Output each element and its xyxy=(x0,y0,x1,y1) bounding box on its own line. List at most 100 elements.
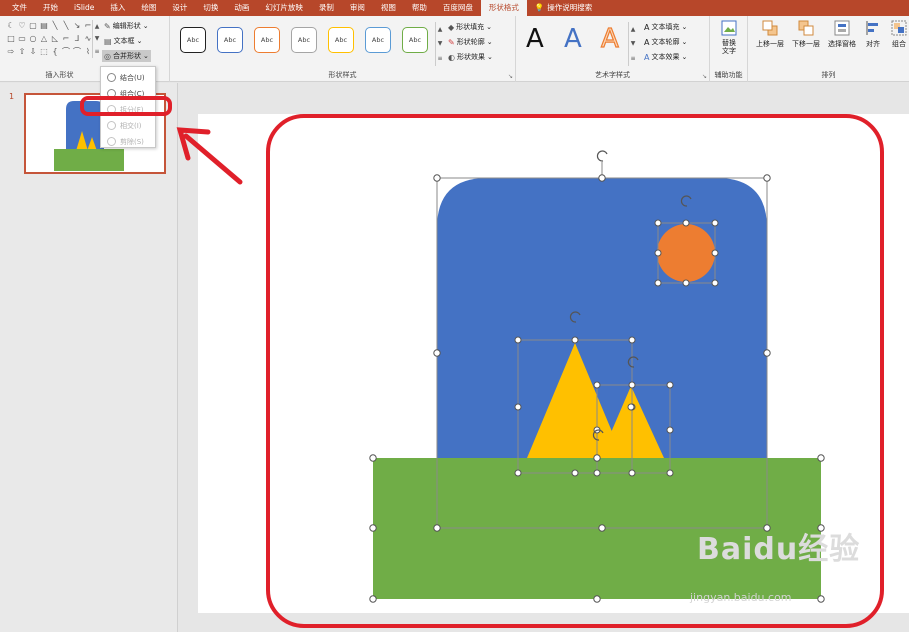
merge-option-icon xyxy=(107,73,116,82)
chevron-down-icon: ⌄ xyxy=(681,53,688,61)
paint-bucket-icon: ◆ xyxy=(448,22,455,32)
wordart-scroll[interactable]: ▲ ▼ ≡ xyxy=(628,22,637,66)
chevron-down-icon: ⌄ xyxy=(486,23,493,31)
slide-thumbnail-pane: 1 xyxy=(0,83,178,632)
curve-shape-icon[interactable]: ⌒ xyxy=(61,47,71,56)
selection-pane-icon xyxy=(834,20,850,36)
tell-me-search[interactable]: 💡 操作说明搜索 xyxy=(527,0,600,16)
shape-style-preset[interactable]: Abc xyxy=(254,27,280,53)
shape-style-preset[interactable]: Abc xyxy=(217,27,243,53)
oval-shape-icon[interactable]: ○ xyxy=(28,34,38,43)
line-shape-icon[interactable]: ╲ xyxy=(61,21,71,30)
up-arrow-shape-icon[interactable]: ⇧ xyxy=(17,47,27,56)
accessibility-label: 辅助功能 xyxy=(714,71,743,79)
rect-shape-icon[interactable]: □ xyxy=(6,34,16,43)
shape-style-preset[interactable]: Abc xyxy=(365,27,391,53)
shape-fill-button[interactable]: ◆ 形状填充 ⌄ xyxy=(448,21,492,33)
wordart-styles-label: 艺术字样式 xyxy=(595,71,630,79)
shape-style-preset[interactable]: Abc xyxy=(180,27,206,53)
send-backward-button[interactable]: 下移一层 xyxy=(788,19,824,49)
shape-style-scroll[interactable]: ▲ ▼ ≡ xyxy=(435,22,444,66)
tab-item[interactable]: 插入 xyxy=(102,0,133,16)
shape-outline-button[interactable]: ✎ 形状轮廓 ⌄ xyxy=(448,36,493,48)
merge-shapes-button[interactable]: ◎ 合并形状 ⌄ xyxy=(102,50,151,62)
tab-item[interactable]: 幻灯片放映 xyxy=(257,0,311,16)
tab-item[interactable]: 录制 xyxy=(311,0,342,16)
tab-item[interactable]: 帮助 xyxy=(404,0,435,16)
image-shape-icon[interactable]: ▢ xyxy=(28,21,38,30)
group-icon xyxy=(891,20,907,36)
text-outline-button[interactable]: A 文本轮廓 ⌄ xyxy=(644,36,687,48)
moon-shape-icon[interactable]: ☾ xyxy=(6,21,16,30)
tab-item[interactable]: 视图 xyxy=(373,0,404,16)
down-arrow-shape-icon[interactable]: ⇩ xyxy=(28,47,38,56)
dialog-launcher-icon[interactable]: ↘ xyxy=(702,73,707,80)
triangle-shape-icon[interactable]: ◺ xyxy=(50,34,60,43)
merge-menu-item[interactable]: 结合(U) xyxy=(103,70,155,85)
edit-shape-icon: ✎ xyxy=(104,21,111,31)
wordart-style-orange-outline[interactable]: A xyxy=(600,23,619,54)
tab-item[interactable]: 绘图 xyxy=(133,0,164,16)
tab-item[interactable]: 审阅 xyxy=(342,0,373,16)
brace-shape-icon[interactable]: { xyxy=(50,47,60,56)
tab-item[interactable]: 文件 xyxy=(4,0,35,16)
shape-style-preset[interactable]: Abc xyxy=(402,27,428,53)
lightbulb-icon: 💡 xyxy=(534,3,545,12)
send-backward-icon xyxy=(798,20,814,36)
tab-item[interactable]: 形状格式 xyxy=(480,0,527,16)
ribbon-tab-bar: 文件 开始 iSlide 插入 绘图 设计 切换 动画 幻灯片放映 录制 审阅 视图 帮助 百度网盘 形状格… xyxy=(0,0,909,16)
tab-item[interactable]: 切换 xyxy=(195,0,226,16)
split-highlight-box xyxy=(80,96,172,116)
rounded-rect-shape-icon[interactable]: ▭ xyxy=(17,34,27,43)
alt-text-button[interactable]: 替换 文字 xyxy=(711,19,747,55)
text-fill-icon: A xyxy=(644,22,650,32)
text-box-button[interactable]: ▤ 文本框 ⌄ xyxy=(104,35,142,47)
chevron-down-icon: ⌄ xyxy=(142,22,149,30)
right-arrow-shape-icon[interactable]: ⇨ xyxy=(6,47,16,56)
group-button[interactable]: 组合 xyxy=(886,19,909,49)
shape-gallery[interactable]: ☾ ♡ ▢ ▤ ╲ ╲ ↘ ⌐ □ ▭ ○ △ ◺ ⌐ ⅃ ∿ ⇨ ⇧ ⇩ ⬚ … xyxy=(6,21,91,56)
bring-forward-icon xyxy=(762,20,778,36)
tab-item[interactable]: 百度网盘 xyxy=(435,0,481,16)
text-effects-icon: A xyxy=(644,52,650,62)
baidu-watermark-url: jingyan.baidu.com xyxy=(690,591,792,604)
bring-forward-button[interactable]: 上移一层 xyxy=(752,19,788,49)
shape-style-preset[interactable]: Abc xyxy=(328,27,354,53)
wordart-style-black[interactable]: A xyxy=(526,24,544,54)
textbox-icon: ▤ xyxy=(104,36,112,46)
chevron-down-icon: ⌄ xyxy=(486,53,493,61)
tab-item[interactable]: iSlide xyxy=(66,0,102,16)
effects-icon: ◐ xyxy=(448,52,455,62)
align-icon xyxy=(866,21,878,35)
tab-item[interactable]: 动画 xyxy=(226,0,257,16)
chevron-down-icon: ⌄ xyxy=(681,23,688,31)
connector-shape-icon[interactable]: ⌐ xyxy=(61,34,71,43)
arc-shape-icon[interactable]: ⌒ xyxy=(72,47,82,56)
callout-shape-icon[interactable]: ⬚ xyxy=(39,47,49,56)
shape-style-preset[interactable]: Abc xyxy=(291,27,317,53)
shape-effects-button[interactable]: ◐ 形状效果 ⌄ xyxy=(448,51,493,63)
arrow-shape-icon[interactable]: ↘ xyxy=(72,21,82,30)
align-button[interactable]: 对齐 xyxy=(858,19,888,49)
accessibility-group: 替换 文字 辅助功能 xyxy=(710,16,748,82)
edit-shape-button[interactable]: ✎ 编辑形状 ⌄ xyxy=(104,20,149,32)
elbow-shape-icon[interactable]: ⅃ xyxy=(72,34,82,43)
merge-shapes-icon: ◎ xyxy=(104,51,111,61)
merge-menu-item[interactable]: 相交(I) xyxy=(103,118,155,133)
text-fill-button[interactable]: A 文本填充 ⌄ xyxy=(644,21,687,33)
text-effects-button[interactable]: A 文本效果 ⌄ xyxy=(644,51,687,63)
tab-item[interactable]: 设计 xyxy=(164,0,195,16)
textbox-shape-icon[interactable]: ▤ xyxy=(39,21,49,30)
shape-gallery-scroll[interactable]: ▲ ▼ ≡ xyxy=(92,20,101,58)
heart-shape-icon[interactable]: ♡ xyxy=(17,21,27,30)
text-outline-icon: A xyxy=(644,37,650,47)
wordart-style-blue[interactable]: A xyxy=(564,24,582,54)
dialog-launcher-icon[interactable]: ↘ xyxy=(508,73,513,80)
tab-item[interactable]: 开始 xyxy=(35,0,66,16)
selection-pane-button[interactable]: 选择窗格 xyxy=(824,19,860,49)
line-shape-icon[interactable]: ╲ xyxy=(50,21,60,30)
triangle-shape-icon[interactable]: △ xyxy=(39,34,49,43)
merge-menu-item[interactable]: 剪除(S) xyxy=(103,134,155,149)
slide-number: 1 xyxy=(9,92,15,101)
merge-option-icon xyxy=(107,121,116,130)
